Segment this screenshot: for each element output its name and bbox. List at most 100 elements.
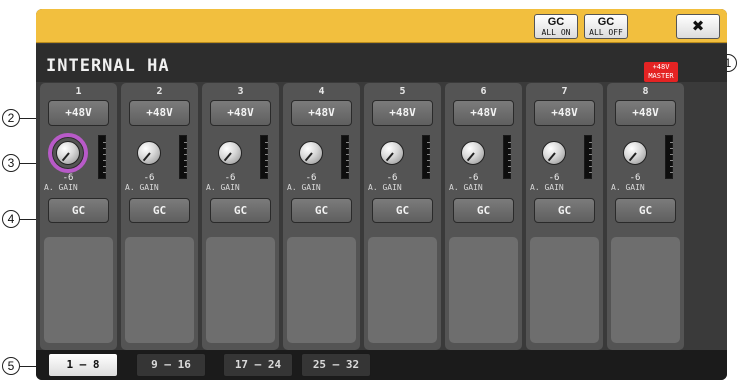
analog-gain-knob[interactable] [210,133,250,173]
level-meter [179,135,187,179]
knob-pointer [304,152,313,162]
gain-value: -6 [62,173,74,183]
knob-cap [542,141,566,165]
level-meter [665,135,673,179]
gain-value: -6 [224,173,236,183]
knob-pointer [547,152,556,162]
channel-empty-area [125,237,194,343]
master-badge-line1: +48V [652,63,670,71]
phantom-power-button[interactable]: +48V [534,100,595,126]
gc-all-off-label-bottom: ALL OFF [589,28,623,37]
gain-compensation-button[interactable]: GC [48,198,109,223]
callout-4: 4 [2,210,20,228]
callout-5: 5 [2,357,20,375]
analog-gain-knob[interactable] [129,133,169,173]
analog-gain-knob[interactable] [534,133,574,173]
gain-value: -6 [386,173,398,183]
phantom-master-indicator: +48V MASTER [644,62,678,82]
gc-all-on-button[interactable]: GC ALL ON [534,14,578,39]
channel-number: 1 [75,86,82,97]
gain-compensation-button[interactable]: GC [129,198,190,223]
channel-number: 2 [156,86,163,97]
gain-compensation-button[interactable]: GC [534,198,595,223]
channel-empty-area [44,237,113,343]
gain-value: -6 [629,173,641,183]
knob-pointer [385,152,394,162]
knob-pointer [628,152,637,162]
gain-label: A. GAIN [368,183,402,192]
analog-gain-knob[interactable] [48,133,88,173]
knob-cap [218,141,242,165]
channel-empty-area [530,237,599,343]
channel-strip-3: 3 +48V -6 A. GAIN GC [202,83,279,350]
channel-strip-2: 2 +48V -6 A. GAIN GC [121,83,198,350]
gain-label: A. GAIN [449,183,483,192]
gc-all-on-label-bottom: ALL ON [541,28,571,37]
channel-number: 7 [561,86,568,97]
gc-all-off-label-top: GC [597,16,615,28]
close-button[interactable]: ✖ [676,14,720,39]
knob-cap [461,141,485,165]
tab-bank-9-16[interactable]: 9 – 16 [136,353,206,377]
level-meter [503,135,511,179]
knob-pointer [466,152,475,162]
channel-empty-area [611,237,680,343]
gain-value: -6 [467,173,479,183]
gain-label: A. GAIN [611,183,645,192]
knob-pointer [223,152,232,162]
phantom-power-button[interactable]: +48V [129,100,190,126]
channel-strip-8: 8 +48V -6 A. GAIN GC [607,83,684,350]
channel-strip-5: 5 +48V -6 A. GAIN GC [364,83,441,350]
phantom-power-button[interactable]: +48V [48,100,109,126]
analog-gain-knob[interactable] [453,133,493,173]
callout-2: 2 [2,109,20,127]
top-toolbar: GC ALL ON GC ALL OFF ✖ [36,9,727,43]
gain-label: A. GAIN [206,183,240,192]
analog-gain-knob[interactable] [372,133,412,173]
gc-all-off-button[interactable]: GC ALL OFF [584,14,628,39]
knob-cap [623,141,647,165]
gain-value: -6 [143,173,155,183]
knob-pointer [142,152,151,162]
gain-label: A. GAIN [287,183,321,192]
analog-gain-knob[interactable] [291,133,331,173]
phantom-power-button[interactable]: +48V [291,100,352,126]
channel-number: 3 [237,86,244,97]
gain-compensation-button[interactable]: GC [615,198,676,223]
phantom-power-button[interactable]: +48V [453,100,514,126]
channel-strip-4: 4 +48V -6 A. GAIN GC [283,83,360,350]
tab-bank-25-32[interactable]: 25 – 32 [301,353,371,377]
channel-strip-7: 7 +48V -6 A. GAIN GC [526,83,603,350]
gain-label: A. GAIN [125,183,159,192]
knob-cap [299,141,323,165]
gain-value: -6 [305,173,317,183]
level-meter [584,135,592,179]
channel-strip-6: 6 +48V -6 A. GAIN GC [445,83,522,350]
gain-value: -6 [548,173,560,183]
phantom-power-button[interactable]: +48V [372,100,433,126]
phantom-power-button[interactable]: +48V [615,100,676,126]
page-title: INTERNAL HA [46,56,170,76]
channel-number: 4 [318,86,325,97]
knob-pointer [61,152,70,162]
knob-cap [137,141,161,165]
gain-compensation-button[interactable]: GC [210,198,271,223]
gain-compensation-button[interactable]: GC [453,198,514,223]
knob-cap [56,141,80,165]
callout-3: 3 [2,154,20,172]
gain-compensation-button[interactable]: GC [372,198,433,223]
channel-empty-area [449,237,518,343]
channel-number: 6 [480,86,487,97]
knob-cap [380,141,404,165]
level-meter [260,135,268,179]
level-meter [422,135,430,179]
tab-bank-1-8[interactable]: 1 – 8 [48,353,118,377]
channel-number: 5 [399,86,406,97]
gc-all-on-label-top: GC [547,16,565,28]
level-meter [341,135,349,179]
analog-gain-knob[interactable] [615,133,655,173]
level-meter [98,135,106,179]
phantom-power-button[interactable]: +48V [210,100,271,126]
tab-bank-17-24[interactable]: 17 – 24 [223,353,293,377]
gain-compensation-button[interactable]: GC [291,198,352,223]
